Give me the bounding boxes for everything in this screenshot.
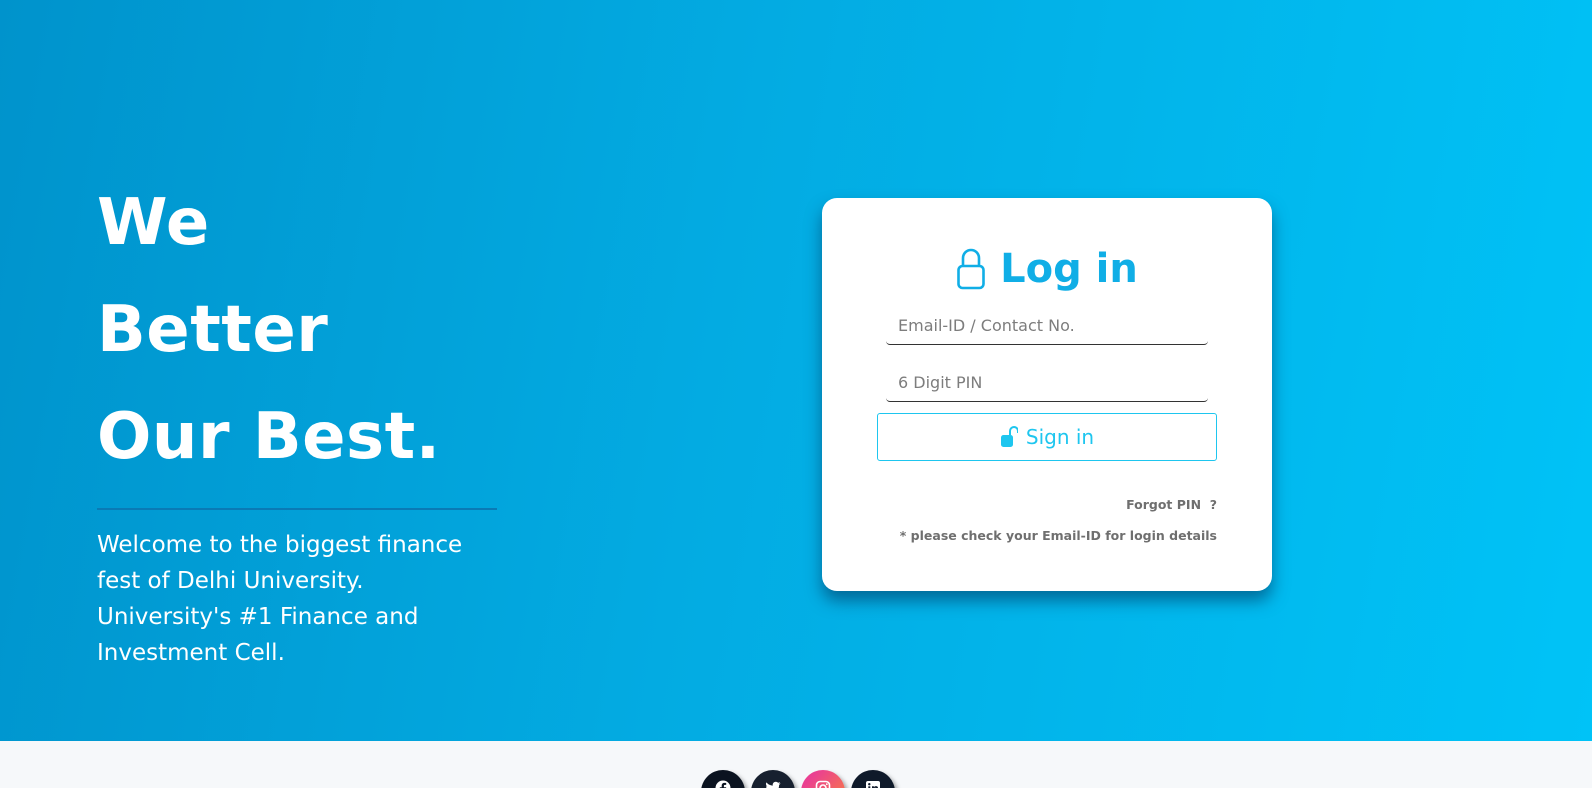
facebook-icon (715, 780, 731, 788)
email-input[interactable] (886, 307, 1208, 345)
forgot-pin-link[interactable]: Forgot PIN ? (1126, 497, 1217, 512)
pin-input[interactable] (886, 364, 1208, 402)
login-header: Log in (822, 244, 1272, 294)
instagram-icon (815, 780, 831, 788)
lock-icon (957, 248, 985, 290)
twitter-icon (766, 781, 781, 788)
unlock-icon (1000, 426, 1018, 447)
hero-section: We Better Our Best. Welcome to the bigge… (0, 0, 1592, 741)
tagline-line-1: We (97, 186, 210, 260)
tagline-line-2: Better (97, 293, 329, 367)
login-note: * please check your Email-ID for login d… (899, 528, 1217, 543)
sign-in-label: Sign in (1025, 425, 1095, 449)
hero-divider (97, 508, 497, 510)
footer (0, 741, 1592, 788)
linkedin-icon (866, 781, 880, 788)
tagline-line-3: Our Best. (97, 400, 441, 474)
linkedin-link[interactable] (851, 770, 895, 788)
facebook-link[interactable] (701, 770, 745, 788)
welcome-text: Welcome to the biggest finance fest of D… (97, 532, 463, 666)
login-card: Log in Sign in Forgot PIN ? * please che… (822, 198, 1272, 591)
twitter-link[interactable] (751, 770, 795, 788)
login-title: Log in (1000, 246, 1138, 292)
instagram-link[interactable] (801, 770, 845, 788)
sign-in-button[interactable]: Sign in (877, 413, 1217, 461)
hero-tagline: We Better Our Best. (97, 170, 441, 491)
